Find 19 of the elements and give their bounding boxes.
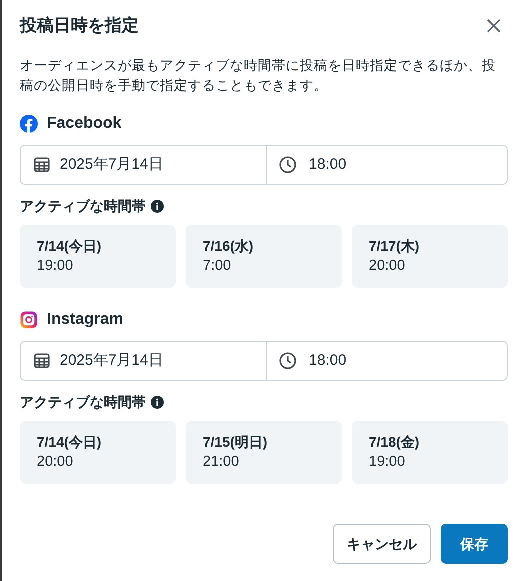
instagram-logo-icon <box>20 311 38 329</box>
dialog-title: 投稿日時を指定 <box>20 15 139 37</box>
dialog-description: オーディエンスが最もアクティブな時間帯に投稿を日時指定できるほか、投稿の公開日時を手動で指定することもできます。 <box>20 57 497 95</box>
time-slot-card[interactable]: 7/14(今日) 19:00 <box>20 225 176 288</box>
info-icon[interactable] <box>151 396 164 408</box>
platform-name: Facebook <box>47 114 122 134</box>
cancel-button[interactable]: キャンセル <box>333 524 431 564</box>
time-slot-card[interactable]: 7/14(今日) 20:00 <box>20 421 176 484</box>
time-slot-card[interactable]: 7/15(明日) 21:00 <box>186 421 342 484</box>
info-icon[interactable] <box>151 200 164 212</box>
platform-name: Instagram <box>47 310 124 330</box>
facebook-logo-icon <box>20 115 38 133</box>
close-icon <box>487 19 501 33</box>
section-label: アクティブな時間帯 <box>20 197 146 215</box>
time-slot-card[interactable]: 7/17(木) 20:00 <box>352 225 508 288</box>
time-slot-card[interactable]: 7/18(金) 19:00 <box>352 421 508 484</box>
save-button[interactable]: 保存 <box>441 524 508 564</box>
section-label: アクティブな時間帯 <box>20 393 146 411</box>
time-slot-card[interactable]: 7/16(水) 7:00 <box>186 225 342 288</box>
